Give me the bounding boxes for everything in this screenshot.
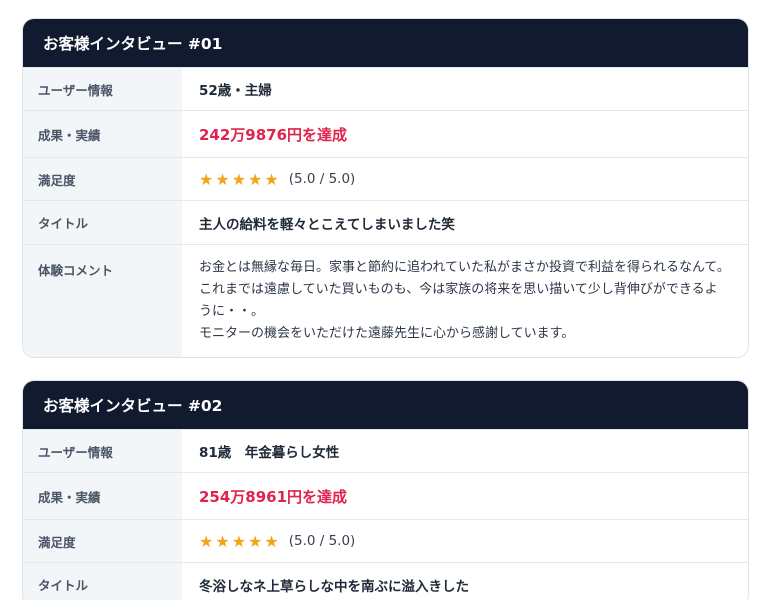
title-row: タイトル 冬浴しなネ上草らしな中を南ぶに溢入きした bbox=[23, 562, 748, 600]
row-label: 満足度 bbox=[23, 158, 182, 200]
comment-line: モニターの機会をいただけた遠藤先生に心から感謝しています。 bbox=[199, 326, 575, 341]
interview-card: お客様インタビュー #02 ユーザー情報 81歳 年金暮らし女性 成果・実績 2… bbox=[22, 380, 749, 600]
user-info-row: ユーザー情報 52歳・主婦 bbox=[23, 67, 748, 110]
row-label: 体験コメント bbox=[23, 245, 182, 357]
row-label: タイトル bbox=[23, 201, 182, 244]
result-value: 254万8961円を達成 bbox=[199, 487, 348, 506]
row-label: 満足度 bbox=[23, 520, 182, 562]
result-row: 成果・実績 254万8961円を達成 bbox=[23, 472, 748, 519]
row-label: ユーザー情報 bbox=[23, 68, 182, 110]
interview-card: お客様インタビュー #01 ユーザー情報 52歳・主婦 成果・実績 242万98… bbox=[22, 18, 749, 358]
comment-line: これまでは遠慮していた買いものも、今は家族の将来を思い描いて少し背伸びができるよ… bbox=[199, 282, 718, 319]
title-value: 冬浴しなネ上草らしな中を南ぶに溢入きした bbox=[199, 578, 469, 595]
rating-score: (5.0 / 5.0) bbox=[288, 533, 356, 549]
rating-score: (5.0 / 5.0) bbox=[288, 171, 356, 187]
user-info-row: ユーザー情報 81歳 年金暮らし女性 bbox=[23, 429, 748, 472]
title-value: 主人の給料を軽々とこえてしまいました笑 bbox=[199, 216, 455, 233]
satisfaction-row: 満足度 ★★★★★ (5.0 / 5.0) bbox=[23, 519, 748, 562]
user-info-value: 81歳 年金暮らし女性 bbox=[199, 445, 340, 461]
satisfaction-value: ★★★★★ (5.0 / 5.0) bbox=[182, 158, 748, 200]
comment-row: 体験コメント お金とは無縁な毎日。家事と節約に追われていた私がまさか投資で利益を… bbox=[23, 244, 748, 357]
result-value: 242万9876円を達成 bbox=[199, 125, 348, 144]
star-rating-icon: ★★★★★ bbox=[199, 531, 281, 551]
result-row: 成果・実績 242万9876円を達成 bbox=[23, 110, 748, 157]
satisfaction-row: 満足度 ★★★★★ (5.0 / 5.0) bbox=[23, 157, 748, 200]
user-info-value: 52歳・主婦 bbox=[199, 83, 272, 99]
card-heading: お客様インタビュー #02 bbox=[23, 381, 748, 429]
row-label: 成果・実績 bbox=[23, 111, 182, 157]
row-label: タイトル bbox=[23, 563, 182, 600]
satisfaction-value: ★★★★★ (5.0 / 5.0) bbox=[182, 520, 748, 562]
card-heading: お客様インタビュー #01 bbox=[23, 19, 748, 67]
title-row: タイトル 主人の給料を軽々とこえてしまいました笑 bbox=[23, 200, 748, 244]
comment-line: お金とは無縁な毎日。家事と節約に追われていた私がまさか投資で利益を得られるなんて… bbox=[199, 260, 730, 275]
interview-list: お客様インタビュー #01 ユーザー情報 52歳・主婦 成果・実績 242万98… bbox=[0, 0, 771, 600]
star-rating-icon: ★★★★★ bbox=[199, 169, 281, 189]
row-label: 成果・実績 bbox=[23, 473, 182, 519]
row-label: ユーザー情報 bbox=[23, 430, 182, 472]
comment-value: お金とは無縁な毎日。家事と節約に追われていた私がまさか投資で利益を得られるなんて… bbox=[182, 245, 748, 357]
